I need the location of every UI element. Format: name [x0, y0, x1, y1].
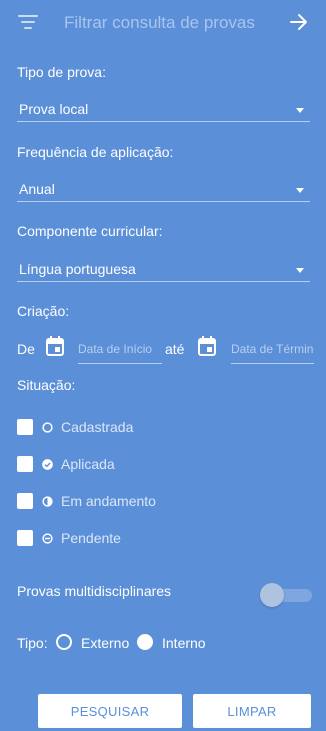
checkbox[interactable]: [17, 419, 33, 435]
chevron-down-icon: [296, 268, 304, 273]
half-circle-icon: [42, 496, 53, 507]
start-date-input[interactable]: Data de Início: [78, 334, 162, 364]
filter-list-icon[interactable]: [18, 15, 38, 31]
radio-externo-label[interactable]: Externo: [81, 635, 129, 651]
tipo-label: Tipo:: [17, 635, 48, 651]
date-to-label: até: [165, 341, 185, 357]
chevron-down-icon: [296, 188, 304, 193]
multidisciplinares-toggle[interactable]: [260, 583, 312, 607]
situacao-option-em-andamento[interactable]: Em andamento: [17, 493, 217, 511]
tipo-prova-select[interactable]: Prova local: [17, 99, 310, 122]
clear-button[interactable]: LIMPAR: [193, 694, 311, 728]
radio-interno-label[interactable]: Interno: [162, 635, 206, 651]
checkbox[interactable]: [17, 456, 33, 472]
radio-externo[interactable]: [56, 634, 72, 650]
calendar-icon[interactable]: [198, 336, 216, 356]
minus-circle-icon: [42, 533, 53, 544]
situacao-option-cadastrada[interactable]: Cadastrada: [17, 419, 217, 437]
checkbox[interactable]: [17, 530, 33, 546]
arrow-right-icon[interactable]: [289, 12, 309, 32]
situacao-option-aplicada[interactable]: Aplicada: [17, 456, 217, 474]
situacao-label: Situação:: [17, 377, 76, 393]
criacao-date-range: De Data de Início até Data de Término: [17, 334, 317, 366]
componente-value: Língua portuguesa: [19, 261, 136, 277]
componente-select[interactable]: Língua portuguesa: [17, 259, 310, 282]
chevron-down-icon: [296, 108, 304, 113]
page-title: Filtrar consulta de provas: [64, 13, 255, 32]
filter-header: Filtrar consulta de provas: [0, 0, 326, 46]
componente-label: Componente curricular:: [17, 223, 163, 239]
frequencia-value: Anual: [19, 181, 55, 197]
checkbox[interactable]: [17, 493, 33, 509]
criacao-label: Criação:: [17, 303, 70, 319]
tipo-prova-value: Prova local: [19, 101, 89, 117]
check-circle-icon: [42, 459, 53, 470]
multidisciplinares-label: Provas multidisciplinares: [17, 583, 172, 599]
radio-interno[interactable]: [137, 634, 153, 650]
calendar-icon[interactable]: [46, 336, 64, 356]
tipo-prova-label: Tipo de prova:: [17, 64, 106, 80]
circle-outline-icon: [42, 422, 53, 433]
frequencia-label: Frequência de aplicação:: [17, 144, 174, 160]
situacao-option-pendente[interactable]: Pendente: [17, 530, 217, 548]
date-from-label: De: [17, 341, 35, 357]
search-button[interactable]: PESQUISAR: [38, 694, 182, 728]
end-date-input[interactable]: Data de Término: [231, 334, 314, 364]
frequencia-select[interactable]: Anual: [17, 179, 310, 202]
